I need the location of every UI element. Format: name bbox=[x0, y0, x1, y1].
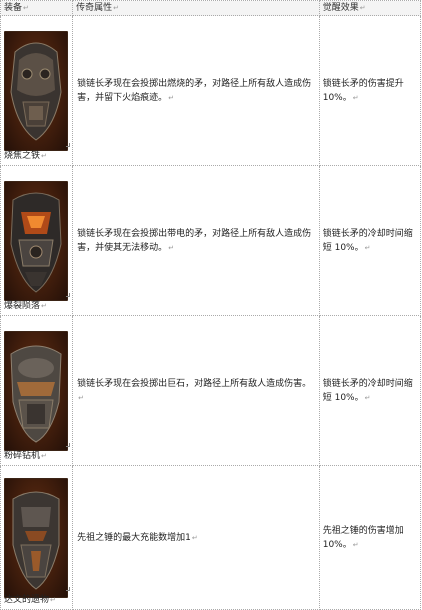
awakening-cell: 锁链长矛的冷却时间缩短 10%。↵ bbox=[318, 165, 422, 316]
resize-handle-icon bbox=[66, 293, 71, 297]
legendary-cell: 先祖之锤的最大充能数增加1↵ bbox=[72, 465, 320, 610]
legendary-cell: 锁链长矛现在会投掷出燃烧的矛，对路径上所有敌人造成伤害，并留下火焰痕迹。↵ bbox=[72, 15, 320, 166]
resize-handle-icon bbox=[66, 143, 71, 147]
legendary-table: 装备↵ 传奇属性↵ 觉醒效果↵ 烧焦之铁↵ 锁链长矛现在会投掷出燃烧的矛，对路径… bbox=[0, 0, 422, 610]
armor-burnt-icon bbox=[4, 30, 68, 151]
header-row: 装备↵ 传奇属性↵ 觉醒效果↵ bbox=[0, 0, 422, 16]
table-row: 达文的遗物↵ 先祖之锤的最大充能数增加1↵ 先祖之锤的伤害增加 10%。↵ bbox=[0, 465, 422, 610]
resize-handle-icon bbox=[66, 587, 71, 591]
awakening-cell: 先祖之锤的伤害增加 10%。↵ bbox=[318, 465, 422, 610]
armor-burst-icon bbox=[4, 180, 68, 301]
awakening-cell: 锁链长矛的冷却时间缩短 10%。↵ bbox=[318, 315, 422, 466]
equipment-cell: 粉碎钻机↵ bbox=[0, 315, 74, 466]
table-row: 烧焦之铁↵ 锁链长矛现在会投掷出燃烧的矛，对路径上所有敌人造成伤害，并留下火焰痕… bbox=[0, 15, 422, 166]
equipment-cell: 烧焦之铁↵ bbox=[0, 15, 74, 166]
table-row: 爆裂陨落↵ 锁链长矛现在会投掷出带电的矛，对路径上所有敌人造成伤害，并使其无法移… bbox=[0, 165, 422, 316]
table-row: 粉碎钻机↵ 锁链长矛现在会投掷出巨石，对路径上所有敌人造成伤害。↵ 锁链长矛的冷… bbox=[0, 315, 422, 466]
equipment-cell: 达文的遗物↵ bbox=[0, 465, 74, 610]
legendary-cell: 锁链长矛现在会投掷出带电的矛，对路径上所有敌人造成伤害，并使其无法移动。↵ bbox=[72, 165, 320, 316]
armor-shatter-icon bbox=[4, 330, 68, 451]
equipment-name: 粉碎钻机↵ bbox=[4, 451, 47, 461]
resize-handle-icon bbox=[66, 443, 71, 447]
header-equipment: 装备↵ bbox=[0, 0, 74, 16]
equipment-name: 烧焦之铁↵ bbox=[4, 151, 47, 161]
legendary-cell: 锁链长矛现在会投掷出巨石，对路径上所有敌人造成伤害。↵ bbox=[72, 315, 320, 466]
armor-relic-icon bbox=[4, 477, 68, 598]
equipment-name: 达文的遗物↵ bbox=[4, 595, 56, 605]
header-legendary: 传奇属性↵ bbox=[72, 0, 320, 16]
header-awakening: 觉醒效果↵ bbox=[318, 0, 422, 16]
equipment-name: 爆裂陨落↵ bbox=[4, 301, 47, 311]
awakening-cell: 锁链长矛的伤害提升 10%。↵ bbox=[318, 15, 422, 166]
equipment-cell: 爆裂陨落↵ bbox=[0, 165, 74, 316]
